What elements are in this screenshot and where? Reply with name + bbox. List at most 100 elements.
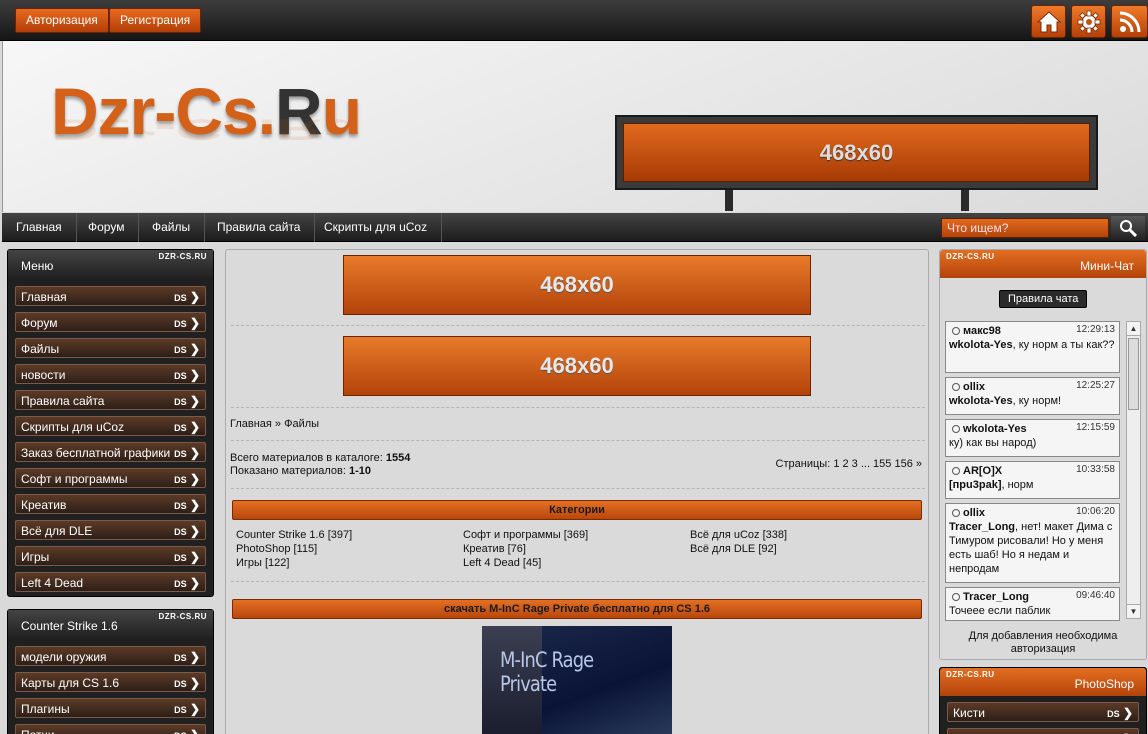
header-billboard[interactable]: 468x60 (615, 115, 1098, 190)
chat-text-body: Точеее если паблик (949, 605, 1051, 617)
content-banner-1[interactable]: 468x60 (343, 255, 811, 315)
chat-scrollbar[interactable]: ▲ ▼ (1126, 321, 1141, 619)
category-link[interactable]: Креатив [76] (463, 543, 526, 555)
category-link[interactable]: Игры [122] (236, 557, 289, 569)
cs-menu-item[interactable]: модели оружия DS ❯ (15, 646, 206, 666)
ds-label: DS (1107, 709, 1120, 719)
menu-block-header: Меню DZR-CS.RU (8, 250, 213, 280)
menu-item[interactable]: Left 4 Dead DS ❯ (15, 572, 206, 592)
chat-username[interactable]: Tracer_Long (963, 591, 1029, 603)
chevron-right-icon: ❯ (186, 524, 200, 538)
chat-username[interactable]: макс98 (963, 325, 1001, 337)
chevron-right-icon: ❯ (186, 368, 200, 382)
photoshop-header: DZR-CS.RU PhotoShop (940, 668, 1146, 696)
menu-item[interactable]: Заказ бесплатной графики DS ❯ (15, 442, 206, 462)
breadcrumb[interactable]: Главная » Файлы (230, 418, 319, 430)
user-status-icon (952, 383, 960, 391)
chat-rules-button[interactable]: Правила чата (999, 290, 1088, 308)
category-link[interactable]: Всё для DLE [92] (690, 543, 777, 555)
site-header: Dzr-Cs.Ru Dzr-Cs.Ru 468x60 (2, 41, 1148, 212)
search-button[interactable] (1111, 216, 1145, 240)
chat-scroll-up-arrow[interactable]: ▲ (1127, 322, 1140, 336)
menu-item-label: Креатив (21, 498, 67, 512)
post-title[interactable]: скачать M-InC Rage Private бесплатно для… (232, 599, 922, 619)
nav-files[interactable]: Файлы (138, 213, 206, 242)
nav-forum[interactable]: Форум (74, 213, 140, 242)
ds-arrow-icon: DS ❯ (174, 547, 200, 568)
chat-mention[interactable]: [пpu3pak] (949, 479, 1001, 491)
page-links[interactable]: 1 2 3 ... 155 156 » (833, 458, 922, 470)
chat-mention[interactable]: wkolota-Yes (949, 395, 1013, 407)
menu-item-label: Форум (21, 316, 58, 330)
chat-time: 12:29:13 (1076, 324, 1115, 335)
chat-scroll-thumb[interactable] (1128, 338, 1139, 410)
rss-button[interactable] (1111, 5, 1148, 38)
nav-home[interactable]: Главная (2, 213, 77, 242)
ds-label: DS (174, 423, 187, 433)
menu-item[interactable]: Файлы DS ❯ (15, 338, 206, 358)
divider (231, 581, 925, 582)
chat-mention[interactable]: wkolota-Yes (949, 339, 1013, 351)
chat-username[interactable]: ollix (963, 507, 985, 519)
post-image-caption: M-InC Rage Private (500, 648, 594, 696)
menu-block-title: Меню (21, 259, 54, 273)
chevron-right-icon: ❯ (186, 650, 200, 664)
chat-time: 12:15:59 (1076, 422, 1115, 433)
search-input[interactable] (941, 218, 1109, 238)
cs-menu-item[interactable]: Плагины DS ❯ (15, 698, 206, 718)
menu-item[interactable]: Главная DS ❯ (15, 286, 206, 306)
settings-button[interactable] (1071, 5, 1106, 38)
divider (231, 325, 925, 326)
chat-text-body: , норм (1001, 479, 1034, 491)
category-link[interactable]: Left 4 Dead [45] (463, 557, 541, 569)
post-image[interactable]: M-InC Rage Private (482, 626, 672, 734)
content-banner-2[interactable]: 468x60 (343, 336, 811, 396)
register-button[interactable]: Регистрация (109, 8, 202, 33)
nav-ucoz-scripts[interactable]: Скрипты для uCoz (310, 213, 443, 242)
login-button[interactable]: Авторизация (15, 8, 109, 33)
chat-username[interactable]: AR[O]X (963, 465, 1002, 477)
home-button[interactable] (1031, 5, 1066, 38)
menu-item[interactable]: Правила сайта DS ❯ (15, 390, 206, 410)
menu-item[interactable]: новости DS ❯ (15, 364, 206, 384)
ds-arrow-icon: DS ❯ (174, 673, 200, 694)
photoshop-menu-item[interactable]: ШрифтыDS ❯ (947, 728, 1139, 734)
mini-chat-title: Мини-Чат (1080, 259, 1134, 273)
pagination[interactable]: Страницы: 1 2 3 ... 155 156 » (776, 458, 922, 470)
cs-menu-item-label: Плагины (21, 702, 70, 716)
chat-text: ку) как вы народ) (949, 436, 1116, 450)
settings-gear-icon (1077, 10, 1100, 33)
menu-item[interactable]: Форум DS ❯ (15, 312, 206, 332)
cs-menu-item[interactable]: Патчи DS ❯ (15, 724, 206, 734)
chat-mention[interactable]: Tracer_Long (949, 521, 1015, 533)
chat-time: 10:06:20 (1076, 506, 1115, 517)
ds-label: DS (174, 653, 187, 663)
menu-item[interactable]: Скрипты для uCoz DS ❯ (15, 416, 206, 436)
nav-rules[interactable]: Правила сайта (203, 213, 316, 242)
billboard-leg (961, 190, 969, 211)
menu-item[interactable]: Игры DS ❯ (15, 546, 206, 566)
menu-item[interactable]: Всё для DLE DS ❯ (15, 520, 206, 540)
photoshop-menu-item[interactable]: Кисти DS ❯ (947, 702, 1139, 722)
category-link[interactable]: Всё для uCoz [338] (690, 529, 787, 541)
chat-username[interactable]: ollix (963, 381, 985, 393)
cs-menu-item[interactable]: Карты для CS 1.6 DS ❯ (15, 672, 206, 692)
cs-block-title: Counter Strike 1.6 (21, 619, 118, 633)
billboard-banner: 468x60 (623, 123, 1090, 182)
chat-username[interactable]: wkolota-Yes (963, 423, 1027, 435)
cs-menu-item-label: Патчи (21, 728, 55, 734)
menu-item[interactable]: Софт и программы DS ❯ (15, 468, 206, 488)
user-status-icon (952, 509, 960, 517)
chat-scroll-down-arrow[interactable]: ▼ (1127, 604, 1140, 618)
category-link[interactable]: Софт и программы [369] (463, 529, 588, 541)
menu-item[interactable]: Креатив DS ❯ (15, 494, 206, 514)
chat-message: AR[O]X 10:33:58 [пpu3pak], норм (945, 461, 1120, 499)
chat-text: [пpu3pak], норм (949, 478, 1116, 492)
ds-arrow-icon: DS ❯ (174, 443, 200, 464)
ds-label: DS (174, 397, 187, 407)
divider (231, 488, 925, 489)
site-tag: DZR-CS.RU (158, 612, 207, 621)
chat-message: ollix 12:25:27 wkolota-Yes, ку норм! (945, 377, 1120, 415)
category-link[interactable]: PhotoShop [115] (236, 543, 317, 555)
category-link[interactable]: Counter Strike 1.6 [397] (236, 529, 352, 541)
